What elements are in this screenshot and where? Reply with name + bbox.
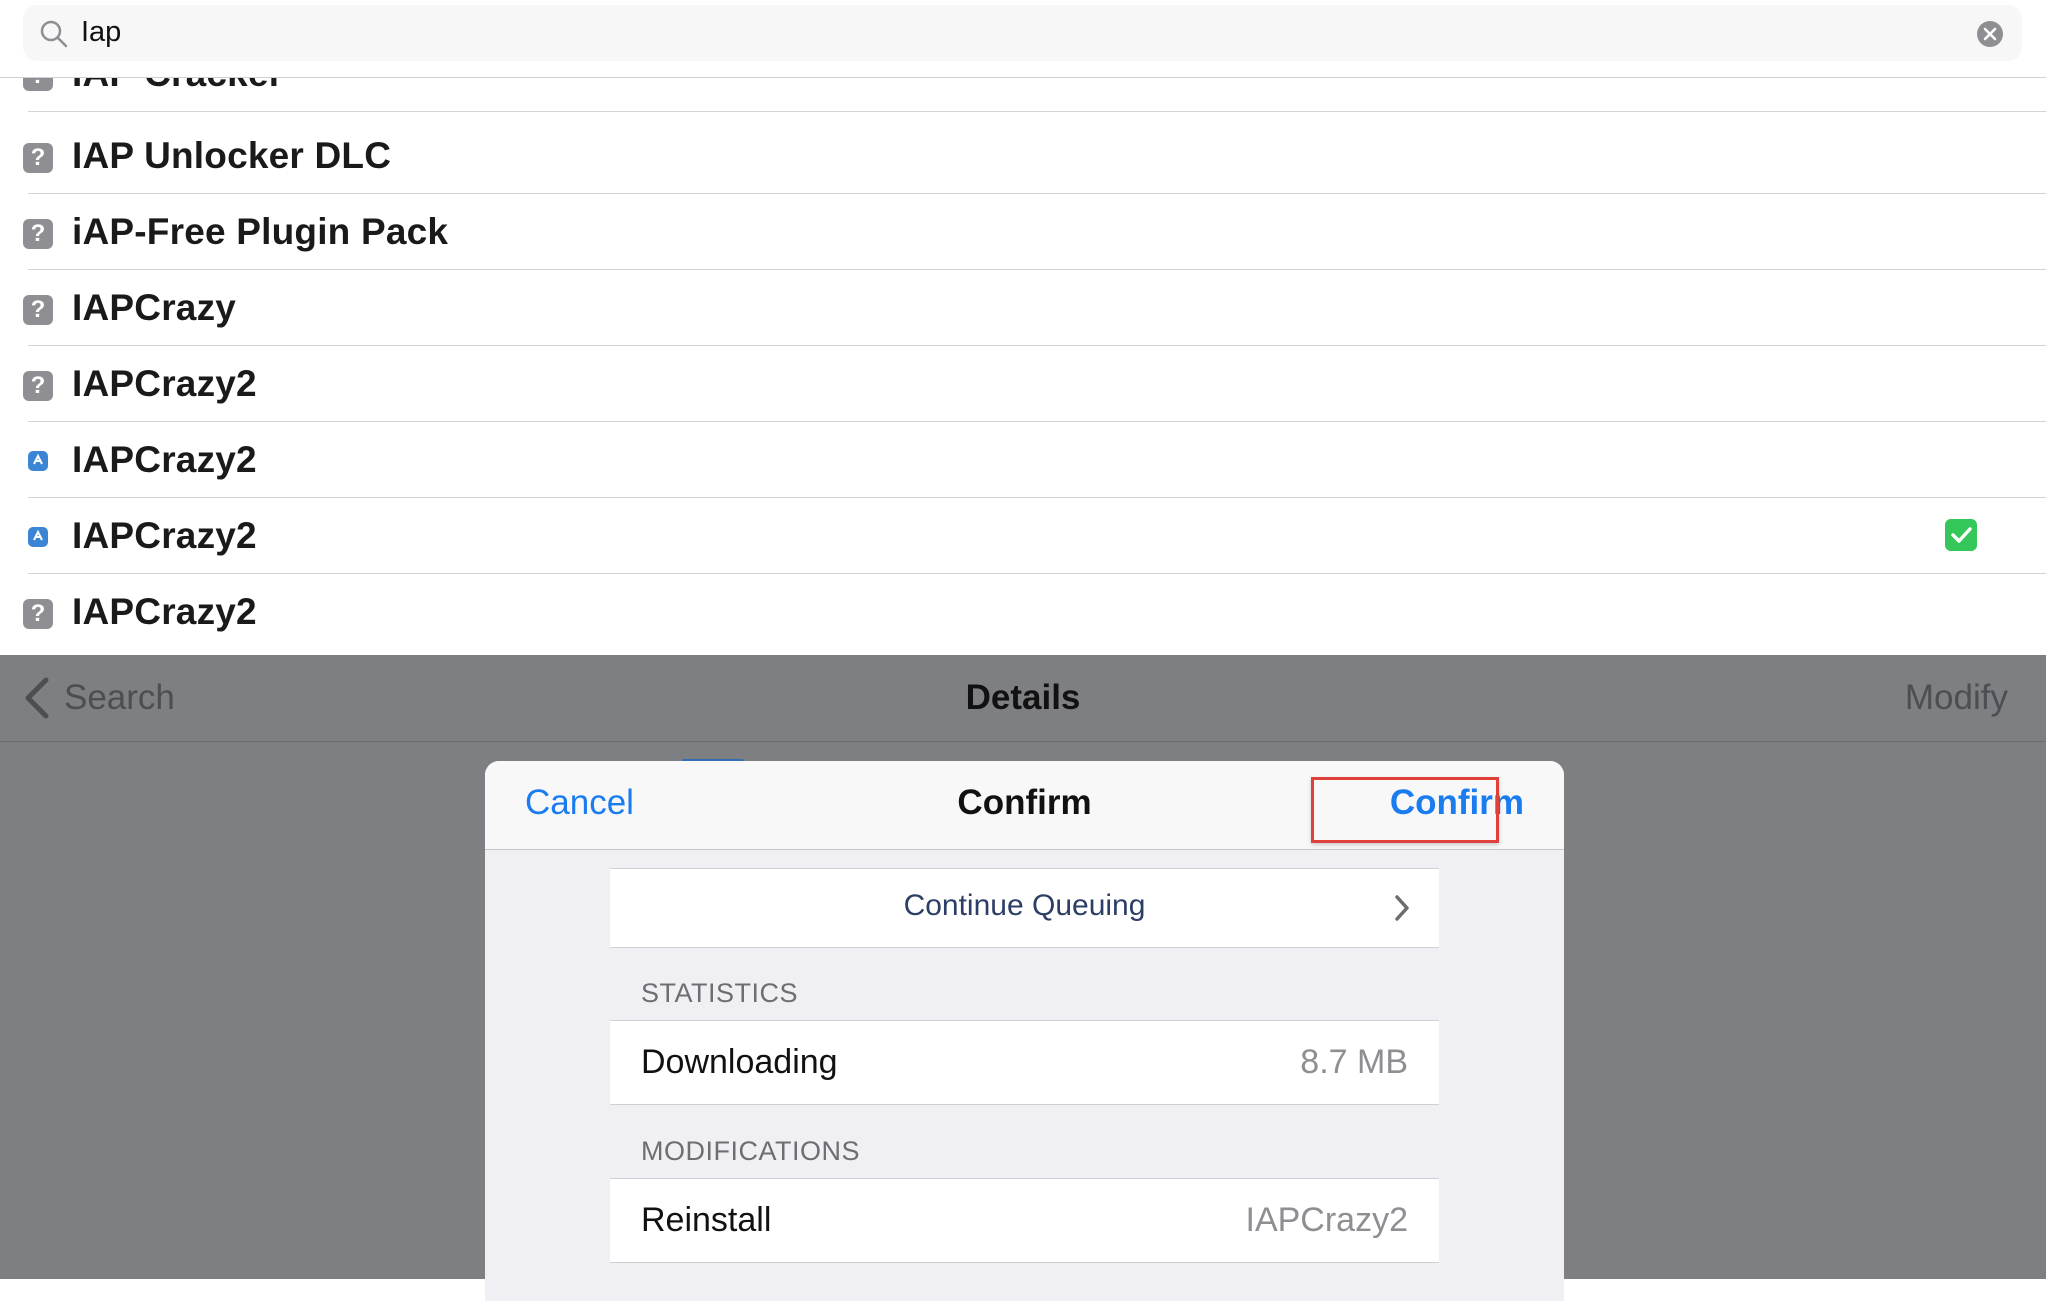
downloading-row: Downloading 8.7 MB (610, 1020, 1439, 1105)
chevron-right-icon (1395, 895, 1409, 921)
downloading-value: 8.7 MB (1300, 1043, 1408, 1081)
question-icon: ? (23, 143, 53, 173)
list-item[interactable]: IAPCrazy2 (0, 422, 2046, 498)
repo-app-icon (28, 527, 48, 547)
statistics-header: STATISTICS (641, 978, 799, 1008)
package-name: IAPCrazy2 (72, 515, 257, 556)
list-item[interactable]: ? IAPCrazy (0, 270, 2046, 346)
results-list: ? IAP Cracker ? IAP Unlocker DLC ? iAP-F… (0, 0, 2046, 655)
list-item[interactable]: ? IAPCrazy2 (0, 574, 2046, 650)
search-input[interactable]: Iap (81, 16, 121, 49)
question-icon: ? (23, 295, 53, 325)
search-field[interactable]: Iap (23, 5, 2022, 61)
package-name: iAP-Free Plugin Pack (72, 211, 449, 252)
package-name: IAPCrazy2 (72, 439, 257, 480)
clear-search-icon[interactable] (1976, 20, 2004, 48)
package-name: IAP Unlocker DLC (72, 135, 392, 176)
search-icon (40, 20, 68, 48)
question-icon: ? (23, 371, 53, 401)
continue-queuing-button[interactable]: Continue Queuing (610, 868, 1439, 948)
page-title: Details (965, 678, 1081, 717)
reinstall-row: Reinstall IAPCrazy2 (610, 1178, 1439, 1263)
continue-queuing-label: Continue Queuing (903, 889, 1146, 922)
list-item[interactable]: ? IAPCrazy2 (0, 346, 2046, 422)
modify-button[interactable]: Modify (1905, 678, 2008, 718)
package-name: IAPCrazy (72, 287, 237, 328)
modal-header: Cancel Confirm Confirm (485, 761, 1564, 849)
modal-header-divider (485, 849, 1564, 850)
question-icon: ? (23, 599, 53, 629)
question-icon: ? (23, 219, 53, 249)
package-name: IAPCrazy2 (72, 591, 257, 632)
downloading-label: Downloading (641, 1043, 838, 1081)
search-divider (0, 77, 2046, 78)
list-item[interactable]: ? iAP-Free Plugin Pack (0, 194, 2046, 270)
list-item[interactable]: IAPCrazy2 (0, 498, 2046, 574)
highlight-box (1311, 777, 1499, 843)
package-name: IAPCrazy2 (72, 363, 257, 404)
reinstall-label: Reinstall (641, 1201, 772, 1239)
repo-app-icon (28, 451, 48, 471)
reinstall-value: IAPCrazy2 (1245, 1201, 1409, 1239)
list-item[interactable]: ? IAP Unlocker DLC (0, 118, 2046, 194)
modifications-header: MODIFICATIONS (641, 1136, 860, 1166)
checkmark-icon (1945, 519, 1977, 551)
confirm-modal: Cancel Confirm Confirm Continue Queuing … (485, 761, 1564, 1301)
nav-divider (0, 741, 2046, 742)
